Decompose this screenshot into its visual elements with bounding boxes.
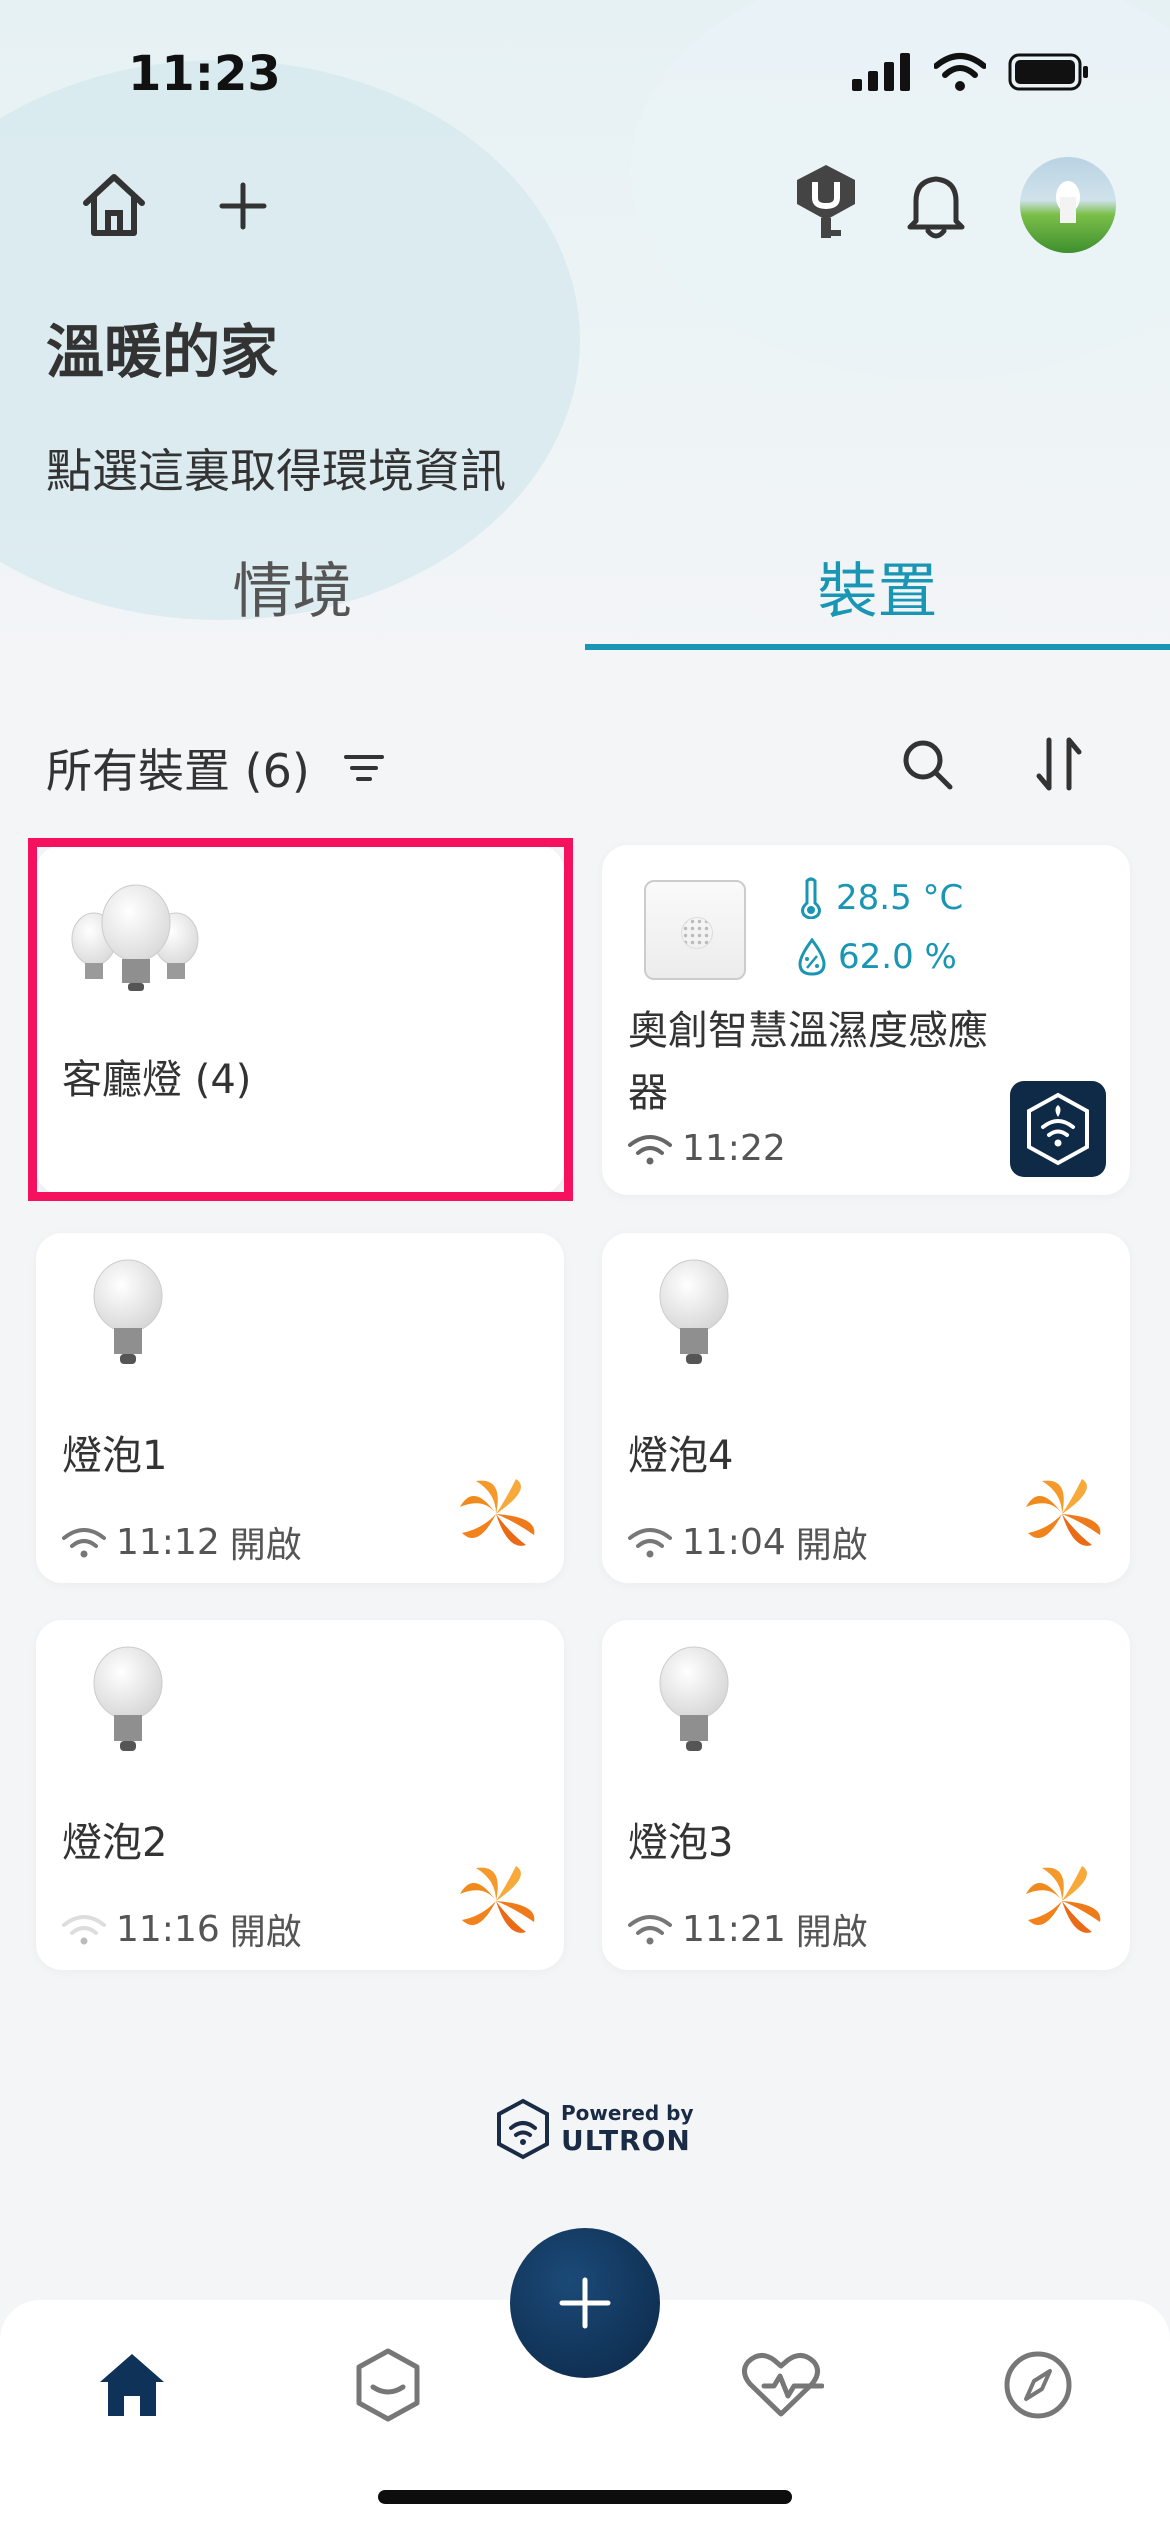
search-button[interactable] [898, 735, 956, 793]
nav-explore[interactable] [998, 2345, 1078, 2425]
heart-pulse-icon [742, 2353, 824, 2417]
wifi-icon [628, 1915, 672, 1945]
status-time: 11:23 [128, 46, 281, 102]
brand-label: ULTRON [561, 2124, 691, 2157]
add-fab-button[interactable] [510, 2228, 660, 2378]
sensor-device-icon [644, 880, 746, 980]
orange-brand-icon [1026, 1479, 1101, 1546]
sort-button[interactable] [1030, 735, 1088, 793]
home-outline-icon [83, 174, 145, 236]
device-list-title: 所有裝置 (6) [46, 744, 310, 798]
battery-icon [1008, 53, 1088, 91]
device-status: 11:21 開啟 [628, 1903, 868, 1955]
device-status: 11:12 開啟 [62, 1516, 302, 1568]
device-card-bulb-1[interactable]: 燈泡1 11:12 開啟 [36, 1233, 564, 1583]
device-name: 燈泡1 [62, 1433, 168, 1479]
device-card-bulb-3[interactable]: 燈泡3 11:21 開啟 [602, 1620, 1130, 1970]
hexagon-icon [356, 2348, 420, 2422]
compass-icon [1004, 2351, 1072, 2419]
powered-by-footer: Powered by ULTRON [495, 2098, 694, 2160]
notifications-button[interactable] [898, 165, 974, 245]
ultron-badge-button[interactable] [788, 162, 864, 242]
filter-icon[interactable] [343, 751, 384, 785]
orange-brand-icon [1026, 1866, 1101, 1933]
home-switch-button[interactable] [74, 165, 154, 245]
device-time: 11:12 [116, 1521, 220, 1563]
wifi-weak-icon [62, 1915, 106, 1945]
ultron-badge-icon [797, 165, 855, 238]
sort-icon [1036, 737, 1082, 791]
signal-icon [852, 53, 910, 91]
plus-icon [219, 182, 267, 230]
bell-icon [907, 176, 965, 239]
device-state: 開啟 [795, 1525, 868, 1566]
device-name: 奧創智慧溫濕度感應器 [628, 1008, 988, 1116]
device-card-sensor[interactable]: 28.5 °C 62.0 % 奧創智慧溫濕度感應器 11:22 [602, 845, 1130, 1195]
bulb-icon [659, 1259, 729, 1364]
humidity-value: 62.0 % [838, 937, 957, 977]
device-time: 11:21 [682, 1908, 786, 1950]
ultron-icon [1010, 1081, 1106, 1177]
environment-info-link[interactable]: 點選這裏取得環境資訊 [46, 435, 506, 501]
avatar[interactable] [1020, 157, 1116, 253]
device-status: 11:22 [628, 1128, 786, 1169]
wifi-status-icon [934, 53, 986, 91]
bulb-icon [659, 1646, 729, 1751]
device-status: 11:04 開啟 [628, 1516, 868, 1568]
nav-health[interactable] [738, 2345, 824, 2425]
ultron-logo-icon [497, 2098, 549, 2160]
bulb-icon [93, 1259, 163, 1364]
wifi-icon [628, 1528, 672, 1558]
wifi-icon [62, 1528, 106, 1558]
device-list-header: 所有裝置 (6) [46, 735, 384, 801]
orange-brand-icon [460, 1866, 535, 1933]
search-icon [903, 740, 953, 790]
thermometer-icon [801, 877, 821, 919]
device-name: 燈泡2 [62, 1820, 168, 1866]
device-state: 開啟 [229, 1525, 302, 1566]
device-name: 燈泡3 [628, 1820, 734, 1866]
wifi-icon [628, 1134, 672, 1164]
device-status: 11:16 開啟 [62, 1903, 302, 1955]
tab-scenes[interactable]: 情境 [0, 545, 585, 650]
device-time: 11:16 [116, 1908, 220, 1950]
device-state: 開啟 [795, 1912, 868, 1953]
nav-home[interactable] [92, 2345, 172, 2425]
orange-brand-icon [460, 1479, 535, 1546]
device-time: 11:04 [682, 1521, 786, 1563]
device-name: 燈泡4 [628, 1433, 734, 1479]
device-card-bulb-2[interactable]: 燈泡2 11:16 開啟 [36, 1620, 564, 1970]
home-icon [100, 2354, 164, 2416]
tab-devices[interactable]: 裝置 [585, 545, 1170, 650]
humidity-readout: 62.0 % [798, 937, 957, 977]
add-button[interactable] [205, 168, 281, 244]
device-time: 11:22 [682, 1128, 786, 1169]
device-card-bulb-4[interactable]: 燈泡4 11:04 開啟 [602, 1233, 1130, 1583]
home-title: 溫暖的家 [46, 318, 279, 386]
home-indicator [378, 2490, 792, 2504]
highlight-frame [28, 838, 573, 1201]
powered-by-label: Powered by [561, 2101, 694, 2125]
temperature-readout: 28.5 °C [798, 877, 963, 919]
nav-scenes[interactable] [348, 2345, 428, 2425]
temperature-value: 28.5 °C [836, 878, 964, 918]
avatar-photo-icon [1056, 181, 1080, 223]
device-state: 開啟 [229, 1912, 302, 1953]
status-icons [852, 52, 1090, 92]
tab-bar: 情境 裝置 [0, 545, 1170, 650]
sensor-grille [681, 917, 713, 949]
humidity-drop-icon [798, 938, 826, 976]
plus-icon [559, 2277, 611, 2329]
bulb-icon [93, 1646, 163, 1751]
